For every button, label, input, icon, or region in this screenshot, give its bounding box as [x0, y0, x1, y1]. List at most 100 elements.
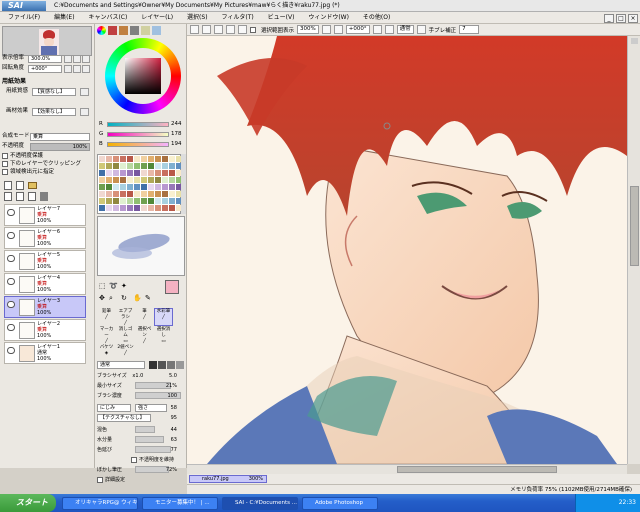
- menu-other[interactable]: その他(O): [363, 12, 390, 24]
- color-swatch[interactable]: [155, 198, 161, 204]
- tip-soft-icon[interactable]: [167, 361, 175, 369]
- color-swatch[interactable]: [99, 205, 105, 211]
- eye-icon[interactable]: [7, 301, 15, 308]
- swatch-tab-icon[interactable]: [141, 26, 150, 35]
- color-swatch[interactable]: [155, 177, 161, 183]
- min-size-row[interactable]: 最小サイズ 21%: [97, 382, 183, 390]
- color-swatch[interactable]: [162, 170, 168, 176]
- color-swatch[interactable]: [141, 205, 147, 211]
- canvas[interactable]: [187, 36, 627, 464]
- color-swatch[interactable]: [155, 184, 161, 190]
- vertical-scrollbar[interactable]: [627, 36, 640, 464]
- zoom-select[interactable]: 300%: [297, 25, 319, 34]
- color-swatch[interactable]: [127, 205, 133, 211]
- rotate-left-icon[interactable]: [372, 25, 382, 34]
- color-swatch[interactable]: [148, 184, 154, 190]
- tip-flat-icon[interactable]: [176, 361, 184, 369]
- color-swatch[interactable]: [127, 163, 133, 169]
- color-swatch[interactable]: [120, 170, 126, 176]
- rotate-tool-icon[interactable]: ↻: [121, 294, 127, 302]
- layer-item[interactable]: レイヤー5 乗算 100%: [4, 250, 86, 272]
- r-slider[interactable]: [107, 122, 169, 127]
- color-swatch[interactable]: [155, 156, 161, 162]
- deselect-icon[interactable]: [190, 25, 199, 34]
- menu-filter[interactable]: フィルタ(T): [221, 12, 253, 24]
- menu-view[interactable]: ビュー(V): [268, 12, 295, 24]
- color-swatch[interactable]: [148, 177, 154, 183]
- layer-item[interactable]: レイヤー4 乗算 100%: [4, 273, 86, 295]
- color-swatch[interactable]: [162, 191, 168, 197]
- color-swatch[interactable]: [148, 205, 154, 211]
- water-row[interactable]: 水分量 63: [97, 436, 183, 444]
- color-swatch[interactable]: [141, 184, 147, 190]
- color-swatch[interactable]: [113, 156, 119, 162]
- color-swatch[interactable]: [113, 170, 119, 176]
- color-swatch[interactable]: [127, 198, 133, 204]
- new-layer-icon[interactable]: [4, 181, 12, 190]
- color-swatch[interactable]: [155, 191, 161, 197]
- menu-select[interactable]: 選択(S): [187, 12, 208, 24]
- keep-opacity-option[interactable]: 不透明度を維持: [131, 456, 174, 464]
- nav-rotate-right-icon[interactable]: [73, 65, 81, 73]
- menu-window[interactable]: ウィンドウ(W): [308, 12, 349, 24]
- color-swatch[interactable]: [127, 184, 133, 190]
- brush-mode-select[interactable]: 通常: [97, 361, 145, 369]
- color-swatch[interactable]: [106, 163, 112, 169]
- layer-item[interactable]: レイヤー6 乗算 100%: [4, 227, 86, 249]
- color-swatch[interactable]: [99, 177, 105, 183]
- menu-layer[interactable]: レイヤー(L): [141, 12, 173, 24]
- color-swatch[interactable]: [134, 163, 140, 169]
- color-swatch[interactable]: [141, 156, 147, 162]
- navigator-thumbnail[interactable]: [2, 26, 92, 56]
- canvas-tab[interactable]: raku77.jpg 300%: [189, 475, 267, 483]
- merge-down-icon[interactable]: [4, 192, 12, 201]
- color-swatch[interactable]: [155, 170, 161, 176]
- task-browser-1[interactable]: オリキャラRPG@ ウィキ ...: [62, 497, 138, 510]
- color-swatch[interactable]: [141, 191, 147, 197]
- blend-mode-select[interactable]: 乗算: [30, 133, 90, 141]
- main-color-swatch[interactable]: [165, 280, 179, 294]
- color-swatch[interactable]: [148, 198, 154, 204]
- tool-airbrush[interactable]: エアブラシ ╱: [116, 308, 135, 326]
- tool-select-eraser[interactable]: 選択消し ▭: [154, 326, 173, 344]
- lasso-icon[interactable]: ➰: [109, 282, 118, 290]
- color-swatch[interactable]: [127, 156, 133, 162]
- color-swatch[interactable]: [113, 177, 119, 183]
- scroll-up-icon[interactable]: [631, 38, 638, 44]
- horizontal-scrollbar[interactable]: [187, 464, 627, 474]
- color-swatch[interactable]: [155, 205, 161, 211]
- persist-row[interactable]: 色延び 77: [97, 446, 183, 454]
- sv-square[interactable]: [125, 58, 161, 94]
- color-swatch[interactable]: [120, 184, 126, 190]
- color-swatch[interactable]: [141, 163, 147, 169]
- color-swatch[interactable]: [120, 198, 126, 204]
- color-swatch[interactable]: [162, 163, 168, 169]
- new-folder-icon[interactable]: [28, 182, 37, 189]
- color-swatch[interactable]: [99, 198, 105, 204]
- tool-select-pen[interactable]: 選択ペン ╱: [135, 326, 154, 344]
- mixer-tab-icon[interactable]: [130, 26, 139, 35]
- color-swatch[interactable]: [162, 198, 168, 204]
- clear-layer-icon[interactable]: [28, 192, 36, 201]
- layer-item[interactable]: レイヤー2 乗算 100%: [4, 319, 86, 341]
- effect-select[interactable]: 【効果なし】: [32, 108, 76, 116]
- color-swatch[interactable]: [169, 184, 175, 190]
- layer-item[interactable]: レイヤー7 乗算 100%: [4, 204, 86, 226]
- hsv-tab-icon[interactable]: [119, 26, 128, 35]
- menu-canvas[interactable]: キャンバス(C): [88, 12, 127, 24]
- nav-rotation-field[interactable]: +000°: [28, 65, 62, 73]
- color-swatch[interactable]: [162, 177, 168, 183]
- rotation-select[interactable]: +000°: [345, 25, 370, 34]
- color-swatch[interactable]: [106, 205, 112, 211]
- color-swatch[interactable]: [169, 191, 175, 197]
- color-swatch[interactable]: [120, 156, 126, 162]
- color-swatch[interactable]: [113, 191, 119, 197]
- eye-icon[interactable]: [7, 278, 15, 285]
- tool-watercolor[interactable]: 水彩筆 ╱: [154, 308, 173, 326]
- scratchpad-tab-icon[interactable]: [152, 26, 161, 35]
- color-swatch[interactable]: [169, 198, 175, 204]
- color-swatch[interactable]: [155, 163, 161, 169]
- horizontal-scroll-thumb[interactable]: [397, 466, 557, 473]
- reset-icon[interactable]: [416, 25, 426, 34]
- zoom-tool-icon[interactable]: ⌕: [109, 294, 113, 303]
